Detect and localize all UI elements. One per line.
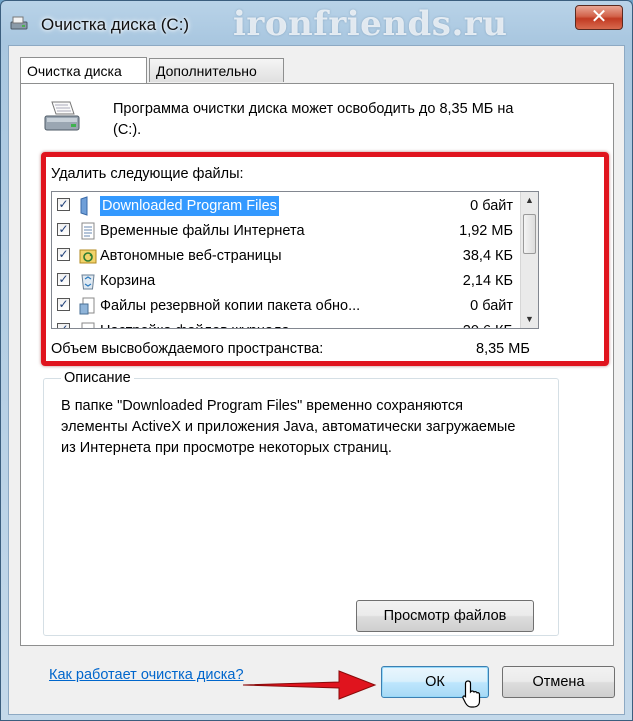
description-text: В папке "Downloaded Program Files" време… [61,398,516,456]
checkbox[interactable]: ✓ [57,298,70,311]
checkbox[interactable]: ✓ [57,248,70,261]
hard-drive-icon [44,101,80,131]
scroll-thumb[interactable] [523,214,536,254]
disk-cleanup-icon [10,16,28,30]
tab-disk-cleanup[interactable]: Очистка диска [20,57,147,83]
list-item[interactable]: ✓ Файлы резервной копии пакета обно... 0… [53,294,521,319]
tab-panel: Программа очистки диска может освободить… [20,83,614,646]
tab-more-options[interactable]: Дополнительно [149,58,284,82]
intro-text: Программа очистки диска может освободить… [113,101,514,138]
list-item[interactable]: ✓ Настройка файлов журнала 20,6 КБ [53,319,521,328]
list-item-size: 2,14 КБ [462,273,513,289]
list-item-name: Корзина [100,273,156,289]
list-item[interactable]: ✓ Корзина 2,14 КБ [53,269,521,294]
sync-folder-icon [79,249,97,264]
close-button[interactable]: ✕ [575,5,623,30]
dialog-client-area: Очистка диска Дополнительно Программа оч… [8,45,625,715]
checkbox[interactable]: ✓ [57,198,70,211]
list-item-size: 0 байт [470,198,513,214]
checkbox[interactable]: ✓ [57,273,70,286]
list-item-size: 38,4 КБ [462,248,513,264]
list-item[interactable]: ✓ Временные файлы Интернета 1,92 МБ [53,219,521,244]
list-item[interactable]: ✓ Автономные веб-страницы 38,4 КБ [53,244,521,269]
list-item-size: 0 байт [470,298,513,314]
list-item-name: Downloaded Program Files [100,196,279,216]
description-title: Описание [61,370,134,386]
watermark-text: ironfriends.ru [233,4,508,44]
view-files-button[interactable]: Просмотр файлов [356,600,534,632]
document-icon [81,222,95,240]
list-item[interactable]: ✓ Downloaded Program Files 0 байт [53,194,521,219]
red-arrow-icon [242,670,377,700]
files-listbox[interactable]: ✓ Downloaded Program Files 0 байт ✓ Врем… [51,191,539,329]
list-item-size: 20,6 КБ [463,321,513,328]
mouse-cursor-icon [462,680,481,708]
recycle-bin-icon [81,274,95,290]
log-file-icon [81,322,95,328]
help-link[interactable]: Как работает очистка диска? [49,667,244,683]
title-bar[interactable]: Очистка диска (C:) ironfriends.ru ✕ [1,1,632,45]
files-to-delete-label: Удалить следующие файлы: [51,166,244,182]
checkbox[interactable]: ✓ [57,223,70,236]
list-item-name: Временные файлы Интернета [100,223,305,239]
scroll-down-icon[interactable]: ▼ [521,311,538,328]
scroll-up-icon[interactable]: ▲ [521,192,538,209]
space-freed-value: 8,35 МБ [476,341,530,357]
window-title: Очистка диска (C:) [41,15,190,34]
list-item-name: Автономные веб-страницы [100,248,282,264]
list-item-name: Настройка файлов журнала [100,321,290,328]
disk-cleanup-window: Очистка диска (C:) ironfriends.ru ✕ Очис… [0,0,633,721]
space-freed-label: Объем высвобождаемого пространства: [51,341,324,357]
backup-file-icon [79,297,95,315]
checkbox[interactable]: ✓ [57,323,70,328]
list-scrollbar[interactable]: ▲ ▼ [520,192,538,328]
folder-icon [80,196,88,216]
list-item-size: 1,92 МБ [459,223,513,239]
list-item-name: Файлы резервной копии пакета обно... [100,298,361,314]
cancel-button[interactable]: Отмена [502,666,615,698]
close-icon: ✕ [590,6,608,28]
